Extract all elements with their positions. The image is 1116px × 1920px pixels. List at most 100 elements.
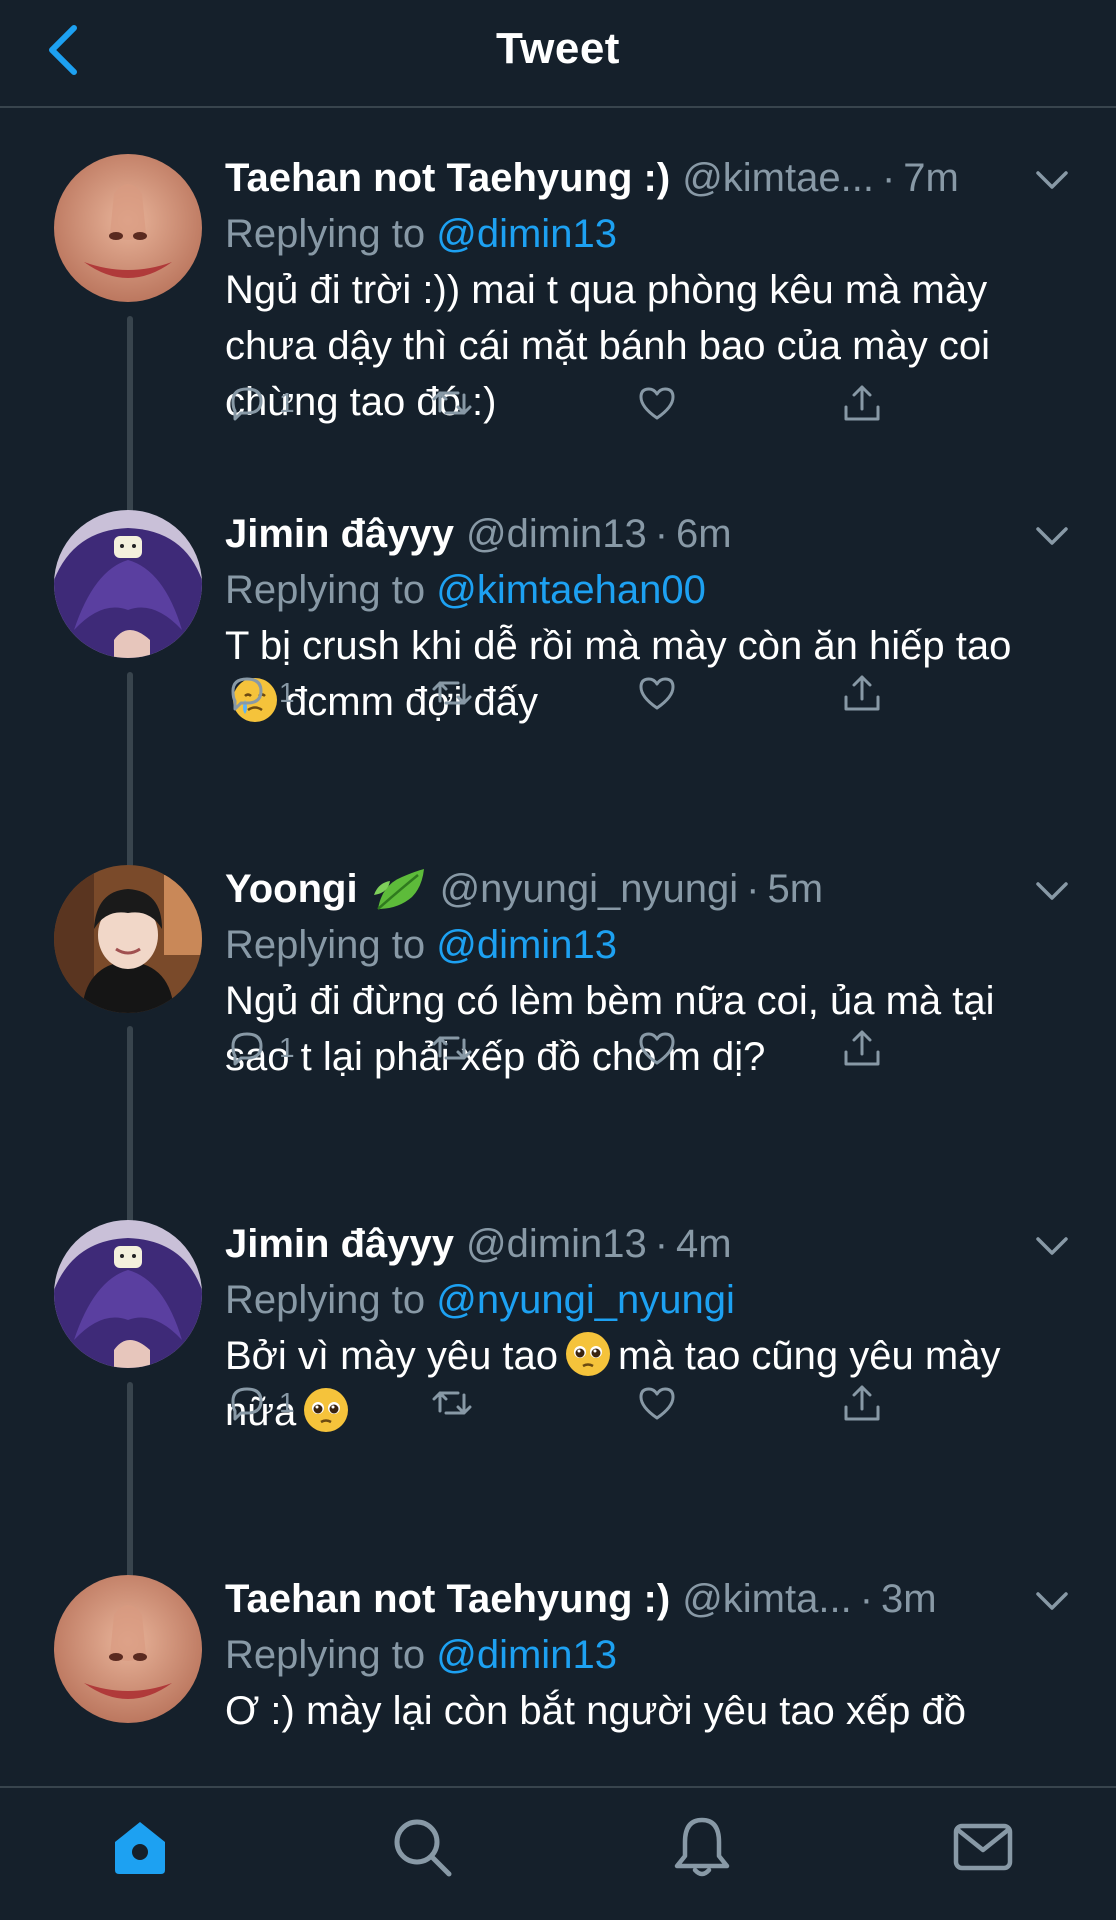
- page-title: Tweet: [496, 24, 620, 73]
- chevron-down-icon[interactable]: [1035, 526, 1069, 548]
- bell-icon[interactable]: [667, 1812, 737, 1882]
- chevron-down-icon[interactable]: [1035, 1236, 1069, 1258]
- mention-link[interactable]: @dimin13: [436, 923, 617, 967]
- tweet-actions: 1: [225, 665, 925, 721]
- share-button[interactable]: [840, 375, 884, 431]
- tweet-actions: 1: [225, 375, 925, 431]
- share-button[interactable]: [840, 665, 884, 721]
- retweet-icon: [432, 1036, 472, 1060]
- tweet-text: Ơ :) mày lại còn bắt người yêu tao xếp đ…: [225, 1689, 967, 1733]
- retweet-icon: [432, 1391, 472, 1415]
- separator-dot: ·: [859, 1576, 874, 1621]
- tweet-item[interactable]: Taehan not Taehyung :) @kimta... · 3m Re…: [0, 1531, 1116, 1786]
- retweet-icon: [432, 391, 472, 415]
- reply-icon: [231, 387, 263, 421]
- mention-link[interactable]: @kimtaehan00: [436, 568, 706, 612]
- avatar[interactable]: [54, 1220, 202, 1368]
- tweet-header: Jimin đâyyy @dimin13 · 4m: [225, 1216, 1065, 1272]
- separator-dot: ·: [654, 511, 669, 556]
- timestamp: 5m: [767, 866, 824, 911]
- reply-button[interactable]: 1: [225, 375, 295, 431]
- tweet-item[interactable]: Yoongi @nyungi_nyungi · 5m Replying to @…: [0, 821, 1116, 1176]
- user-handle: @kimta...: [682, 1576, 852, 1621]
- heart-icon: [639, 1032, 675, 1065]
- replying-prefix: Replying to: [225, 212, 426, 256]
- tweet-body: Taehan not Taehyung :) @kimta... · 3m Re…: [225, 1571, 1068, 1739]
- retweet-button[interactable]: [430, 375, 474, 431]
- chevron-down-icon[interactable]: [1035, 881, 1069, 903]
- tweet-text-part: T bị crush khi dễ rồi mà mày còn ăn hiếp…: [225, 624, 1012, 668]
- leaf-icon: [373, 869, 424, 910]
- tweet-actions: 1: [225, 1020, 925, 1076]
- timestamp: 3m: [881, 1576, 937, 1621]
- replying-prefix: Replying to: [225, 568, 426, 612]
- display-name[interactable]: Taehan not Taehyung :): [225, 156, 670, 201]
- replying-prefix: Replying to: [225, 1278, 426, 1322]
- display-name[interactable]: Jimin đâyyy: [225, 512, 454, 557]
- reply-button[interactable]: 1: [225, 1020, 295, 1076]
- share-icon: [844, 385, 880, 421]
- reply-count: 1: [279, 387, 295, 418]
- like-button[interactable]: [635, 665, 679, 721]
- separator-dot: ·: [654, 1221, 669, 1266]
- heart-icon: [639, 677, 675, 710]
- share-icon: [844, 1030, 880, 1066]
- tweet-header: Jimin đâyyy @dimin13 · 6m: [225, 506, 1065, 562]
- share-button[interactable]: [840, 1020, 884, 1076]
- separator-dot: ·: [881, 155, 896, 200]
- display-name[interactable]: Jimin đâyyy: [225, 1222, 454, 1267]
- replying-to: Replying to @dimin13: [225, 206, 1065, 262]
- retweet-button[interactable]: [430, 1020, 474, 1076]
- tweet-actions: 1: [225, 1375, 925, 1431]
- display-name[interactable]: Taehan not Taehyung :): [225, 1577, 670, 1622]
- top-bar: Tweet: [0, 0, 1116, 108]
- replying-to: Replying to @dimin13: [225, 917, 1065, 973]
- avatar[interactable]: [54, 1575, 202, 1723]
- like-button[interactable]: [635, 375, 679, 431]
- share-icon: [844, 675, 880, 711]
- like-button[interactable]: [635, 1020, 679, 1076]
- reply-icon: [231, 1032, 263, 1066]
- user-handle: @dimin13: [466, 1221, 647, 1266]
- replying-to: Replying to @dimin13: [225, 1627, 1065, 1683]
- pleading-face-emoji: [566, 1332, 611, 1376]
- home-icon[interactable]: [105, 1812, 175, 1882]
- user-handle: @kimtae...: [682, 155, 874, 200]
- timestamp: 4m: [676, 1221, 732, 1266]
- separator-dot: ·: [746, 866, 760, 911]
- chevron-down-icon[interactable]: [1035, 1591, 1069, 1613]
- replying-prefix: Replying to: [225, 923, 426, 967]
- search-icon[interactable]: [387, 1812, 457, 1882]
- retweet-button[interactable]: [430, 1375, 474, 1431]
- reply-icon: [231, 1387, 263, 1421]
- reply-count: 1: [279, 1032, 295, 1063]
- timestamp: 6m: [676, 511, 732, 556]
- thread-timeline[interactable]: Taehan not Taehyung :) @kimtae... · 7m R…: [0, 110, 1116, 1786]
- share-icon: [844, 1385, 880, 1421]
- tweet-item[interactable]: Jimin đâyyy @dimin13 · 4m Replying to @n…: [0, 1176, 1116, 1531]
- reply-count: 1: [279, 1387, 295, 1418]
- display-name[interactable]: Yoongi: [225, 867, 358, 912]
- avatar[interactable]: [54, 154, 202, 302]
- heart-icon: [639, 387, 675, 420]
- avatar[interactable]: [54, 865, 202, 1013]
- avatar[interactable]: [54, 510, 202, 658]
- mention-link[interactable]: @dimin13: [436, 1633, 617, 1677]
- reply-button[interactable]: 1: [225, 665, 295, 721]
- retweet-button[interactable]: [430, 665, 474, 721]
- reply-button[interactable]: 1: [225, 1375, 295, 1431]
- mention-link[interactable]: @dimin13: [436, 212, 617, 256]
- share-button[interactable]: [840, 1375, 884, 1431]
- user-handle: @nyungi_nyungi: [439, 866, 739, 911]
- chevron-down-icon[interactable]: [1035, 170, 1069, 192]
- tweet-item[interactable]: Taehan not Taehyung :) @kimtae... · 7m R…: [0, 110, 1116, 465]
- tweet-item[interactable]: Jimin đâyyy @dimin13 · 6m Replying to @k…: [0, 466, 1116, 821]
- mail-icon[interactable]: [948, 1812, 1018, 1882]
- like-button[interactable]: [635, 1375, 679, 1431]
- heart-icon: [639, 1387, 675, 1420]
- reply-icon: [231, 677, 263, 711]
- reply-count: 1: [279, 677, 295, 708]
- mention-link[interactable]: @nyungi_nyungi: [436, 1278, 735, 1322]
- tweet-header: Yoongi @nyungi_nyungi · 5m: [225, 861, 1065, 917]
- tweet-header: Taehan not Taehyung :) @kimtae... · 7m: [225, 150, 1065, 206]
